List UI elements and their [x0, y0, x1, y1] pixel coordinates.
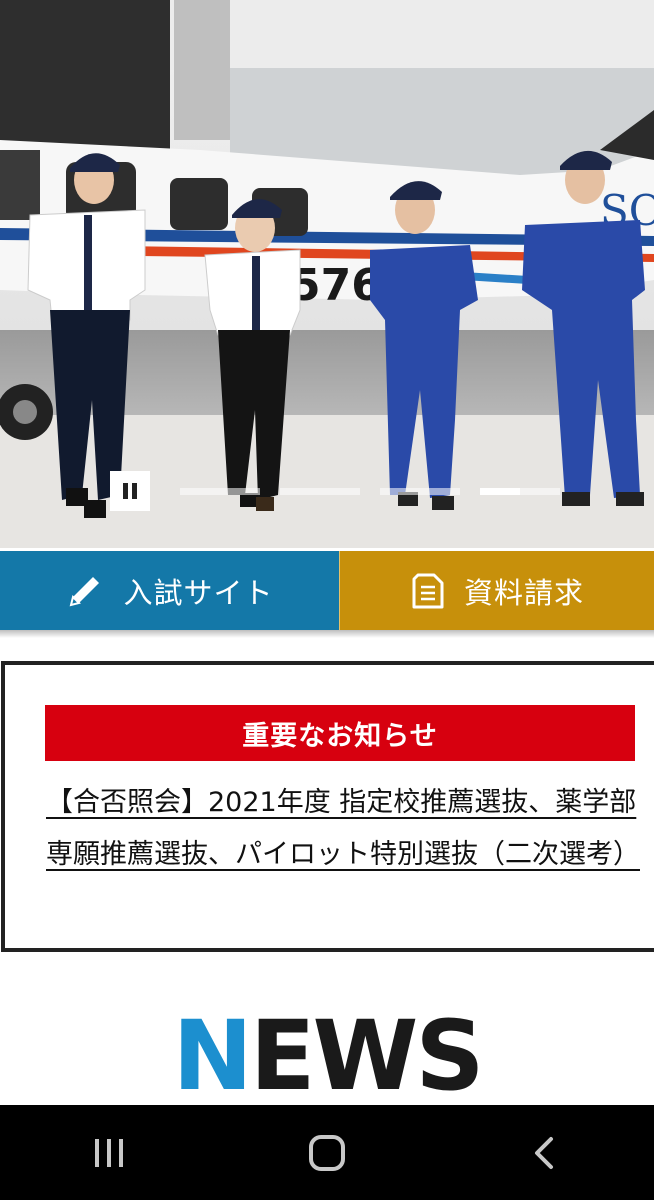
- recent-apps-icon: [95, 1138, 123, 1167]
- cta-bar: 入試サイト 資料請求: [0, 551, 654, 630]
- home-icon: [309, 1134, 345, 1171]
- pause-icon: [123, 483, 128, 499]
- important-notice-heading: 重要なお知らせ: [45, 705, 635, 761]
- slide-indicator-1[interactable]: [180, 488, 260, 495]
- news-title-rest: EWS: [249, 1000, 485, 1112]
- back-icon: [535, 1136, 553, 1169]
- hero-slider[interactable]: 576 SOJ: [0, 0, 654, 548]
- news-title-accent: N: [172, 1000, 253, 1112]
- pencil-icon: [70, 576, 100, 606]
- slider-pause-button[interactable]: [110, 471, 150, 511]
- notice-link[interactable]: 【合否照会】2021年度 指定校推薦選抜、薬学部専願推薦選抜、パイロット特別選抜…: [46, 777, 641, 881]
- request-materials-button[interactable]: 資料請求: [339, 551, 654, 630]
- recent-apps-button[interactable]: [59, 1118, 159, 1188]
- back-button[interactable]: [495, 1118, 595, 1188]
- hero-photo: 576 SOJ: [0, 0, 654, 548]
- slide-indicator-3[interactable]: [380, 488, 460, 495]
- admission-site-label: 入試サイト: [123, 575, 274, 610]
- android-navigation-bar: [0, 1105, 654, 1200]
- cta-shadow: [0, 630, 654, 638]
- request-materials-label: 資料請求: [463, 575, 584, 610]
- pause-icon-bar: [132, 483, 137, 499]
- news-section-title: NEWS: [0, 1000, 654, 1112]
- slide-indicator-4[interactable]: [480, 488, 560, 495]
- document-icon: [412, 573, 444, 608]
- admission-site-button[interactable]: 入試サイト: [0, 551, 339, 630]
- aircraft-marking: 576: [290, 260, 382, 311]
- important-notice-box: 重要なお知らせ 【合否照会】2021年度 指定校推薦選抜、薬学部専願推薦選抜、パ…: [1, 661, 654, 952]
- slide-indicator-2[interactable]: [280, 488, 360, 495]
- slider-indicators: [180, 488, 560, 495]
- home-button[interactable]: [277, 1118, 377, 1188]
- slide-progress: [480, 488, 520, 495]
